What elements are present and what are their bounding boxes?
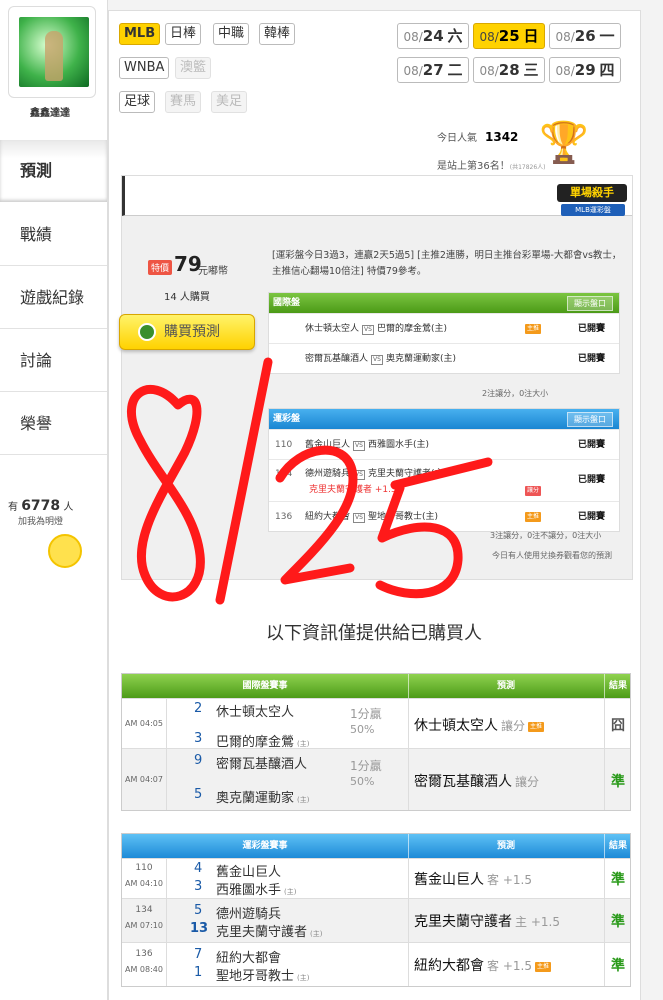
- page-root: 鑫鑫達達 預測 戰績 遊戲紀錄 討論 榮譽 有 6778 人 加我為明燈 MLB…: [0, 0, 663, 1000]
- prediction-topbar: [122, 176, 632, 216]
- follow-label: 加我為明燈: [18, 517, 64, 527]
- sidebar-item-predict[interactable]: 預測: [0, 140, 107, 202]
- sidebar-item-discussion[interactable]: 討論: [0, 330, 107, 392]
- table-row: 134 AM 07:10 5 德州遊騎兵 13 克里夫蘭守護者 (主) 克里夫蘭守…: [122, 898, 630, 942]
- table-row: 136 AM 08:40 7 紐約大都會 1 聖地牙哥教士 (主) 紐約大都會客 …: [122, 942, 630, 986]
- preview-row: 休士頓太空人 VS 巴爾的摩金鶯(主) 主推 已開賽: [269, 313, 619, 343]
- date-tab-0829[interactable]: 08/29 四: [549, 57, 621, 83]
- intl-odds-preview: 國際盤 顯示盤口 休士頓太空人 VS 巴爾的摩金鶯(主) 主推 已開賽 密爾瓦基釀酒人 VS…: [268, 292, 620, 374]
- tab-nbl: 澳籃: [175, 57, 212, 79]
- date-tab-0824[interactable]: 08/24 六: [397, 23, 469, 49]
- follower-count: 有 6778 人: [8, 498, 74, 514]
- table-header: 運彩盤賽事 預測 結果: [122, 834, 630, 858]
- preview-row: 136 紐約大都會 VS 聖地牙哥教士(主) 主推 已開賽: [269, 501, 619, 531]
- result-win: 準: [611, 914, 625, 930]
- lightbulb-icon: [48, 534, 82, 568]
- sidebar-item-label: 榮譽: [20, 414, 53, 433]
- buyers-only-title: 以下資訊僅提供給已購買人: [266, 623, 482, 644]
- intl-preview-header: 國際盤 顯示盤口: [269, 293, 619, 313]
- follow-lightbulb[interactable]: 有 6778 人 加我為明燈: [8, 478, 82, 568]
- site-rank: 是站上第36名！(共17826人): [437, 161, 546, 172]
- result-win: 準: [611, 872, 625, 888]
- special-price-tag: 特價: [148, 260, 173, 275]
- result-win: 準: [611, 774, 625, 790]
- table-header: 國際盤賽事 預測 結果: [122, 674, 630, 698]
- tab-npb[interactable]: 日棒: [165, 23, 202, 45]
- main-panel: MLB 日棒 中職 韓棒 WNBA 澳籃 足球 賽馬 美足 08/24 六 08…: [108, 10, 641, 1000]
- sidebar-item-label: 預測: [20, 161, 53, 180]
- footer-note: 今日有人使用兌換券觀看您的預測: [492, 551, 612, 560]
- date-tab-0827[interactable]: 08/27 二: [397, 57, 469, 83]
- tab-wnba[interactable]: WNBA: [119, 57, 170, 79]
- buyer-count: 14 人購買: [164, 292, 210, 303]
- sidebar-item-label: 戰績: [20, 225, 53, 244]
- table-row: AM 04:07 9 密爾瓦基釀酒人 5 奧克蘭運動家 (主) 1分贏 50% 密爾…: [122, 748, 630, 810]
- prediction-description: [運彩盤今日3過3，連贏2天5過5] [主推2連勝，明日主推台彩單場-大都會vs…: [272, 250, 622, 277]
- profile-card[interactable]: [8, 6, 96, 98]
- date-tab-0828[interactable]: 08/28 三: [473, 57, 545, 83]
- tab-kbo[interactable]: 韓棒: [259, 23, 296, 45]
- today-popularity: 今日人氣 1342: [437, 130, 519, 144]
- lottery-preview-note: 3注讓分，0注不讓分，0注大小: [490, 531, 602, 540]
- lottery-results-table: 運彩盤賽事 預測 結果 110 AM 04:10 4 舊金山巨人 3 西雅圖水手…: [121, 833, 631, 987]
- sidebar-item-honor[interactable]: 榮譽: [0, 393, 107, 455]
- sidebar-item-label: 討論: [20, 351, 53, 370]
- date-tab-0826[interactable]: 08/26 一: [549, 23, 621, 49]
- show-odds-button[interactable]: 顯示盤口: [567, 412, 613, 427]
- lottery-odds-preview: 運彩盤 顯示盤口 110 舊金山巨人 VS 西雅圖水手(主) 已開賽 134 德州遊騎兵 VS…: [268, 408, 620, 532]
- lottery-preview-header: 運彩盤 顯示盤口: [269, 409, 619, 429]
- avatar[interactable]: [19, 17, 89, 87]
- buy-prediction-button[interactable]: 購買預測: [119, 314, 255, 350]
- preview-row: 密爾瓦基釀酒人 VS 奧克蘭運動家(主) 已開賽: [269, 343, 619, 373]
- tab-mlb[interactable]: MLB: [119, 23, 161, 45]
- intl-preview-note: 2注讓分，0注大小: [482, 389, 549, 398]
- main-pick-tag: 主推: [525, 324, 542, 334]
- result-fail: 囧: [611, 718, 625, 734]
- tab-soccer[interactable]: 足球: [119, 91, 156, 113]
- sidebar-item-game-log[interactable]: 遊戲紀錄: [0, 267, 107, 329]
- prediction-panel: 單場殺手 MLB運彩盤 特價 79 元嘟幣 14 人購買 購買預測 [運彩盤今日…: [119, 175, 633, 580]
- result-win: 準: [611, 958, 625, 974]
- coin-icon: [138, 323, 156, 341]
- price-unit: 元嘟幣: [198, 266, 228, 277]
- trophy-watermark-icon: 🏆: [539, 120, 589, 166]
- preview-row: 134 德州遊騎兵 VS 克里夫蘭守護者(主) 克里夫蘭守護者 +1.5 讓分 已開賽: [269, 459, 619, 501]
- show-odds-button[interactable]: 顯示盤口: [567, 296, 613, 311]
- sidebar: 鑫鑫達達 預測 戰績 遊戲紀錄 討論 榮譽 有 6778 人 加我為明燈: [0, 0, 108, 1000]
- sidebar-item-record[interactable]: 戰績: [0, 204, 107, 266]
- tab-horse-racing: 賽馬: [165, 91, 202, 113]
- username: 鑫鑫達達: [30, 108, 70, 119]
- single-game-killer-badge: 單場殺手 MLB運彩盤: [557, 184, 629, 218]
- sidebar-item-label: 遊戲紀錄: [20, 288, 85, 307]
- tab-american-football: 美足: [211, 91, 248, 113]
- intl-results-table: 國際盤賽事 預測 結果 AM 04:05 2 休士頓太空人 3 巴爾的摩金鶯 (主…: [121, 673, 631, 811]
- preview-row: 110 舊金山巨人 VS 西雅圖水手(主) 已開賽: [269, 429, 619, 459]
- table-row: AM 04:05 2 休士頓太空人 3 巴爾的摩金鶯 (主) 1分贏 50% 休士頓…: [122, 698, 630, 750]
- table-row: 110 AM 04:10 4 舊金山巨人 3 西雅圖水手 (主) 舊金山巨人客 +…: [122, 858, 630, 898]
- date-tab-0825[interactable]: 08/25 日: [473, 23, 545, 49]
- tab-cpbl[interactable]: 中職: [213, 23, 250, 45]
